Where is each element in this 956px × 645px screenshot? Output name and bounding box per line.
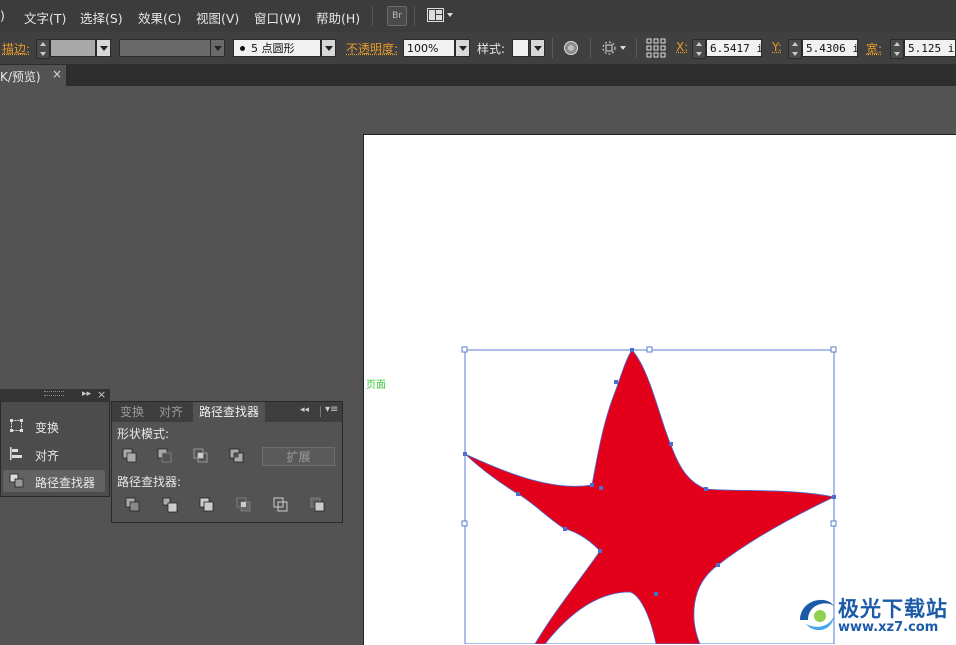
trim-icon[interactable] <box>162 497 178 513</box>
anchor-point <box>563 527 567 531</box>
collapse-panel-icon[interactable]: ◂◂ <box>300 405 309 415</box>
anchor-point <box>704 487 708 491</box>
panel-item-transform[interactable]: 变换 <box>3 415 105 437</box>
transform-icon <box>9 418 24 433</box>
panel-menu-icon[interactable]: ▾≡ <box>325 404 338 415</box>
divide-icon[interactable] <box>125 497 141 513</box>
handle-top-mid <box>647 347 652 352</box>
anchor-point <box>516 492 520 496</box>
anchor-point <box>669 442 673 446</box>
crop-icon[interactable] <box>236 497 252 513</box>
tab-pathfinder[interactable]: 路径查找器 <box>193 402 265 422</box>
panel-item-label: 变换 <box>35 419 59 436</box>
anchor-point <box>598 549 602 553</box>
tab-separator <box>320 406 321 417</box>
anchor-point <box>463 452 467 456</box>
tab-transform[interactable]: 变换 <box>114 402 150 422</box>
anchor-point <box>630 348 634 352</box>
minus-back-icon[interactable] <box>310 497 326 513</box>
shape-modes-label: 形状模式: <box>117 425 169 442</box>
close-panel-icon[interactable]: × <box>97 388 106 401</box>
handle-top-left <box>462 347 467 352</box>
handle-mid-left <box>462 521 467 526</box>
expand-panels-icon[interactable]: ▸▸ <box>82 389 91 399</box>
intersect-icon[interactable] <box>193 448 209 464</box>
anchor-point <box>614 380 618 384</box>
outline-icon[interactable] <box>273 497 289 513</box>
pathfinders-label: 路径查找器: <box>117 473 181 490</box>
watermark-logo-icon <box>796 590 838 638</box>
minus-front-icon[interactable] <box>157 448 173 464</box>
anchor-point <box>654 592 658 596</box>
panel-item-pathfinder[interactable]: 路径查找器 <box>3 470 105 492</box>
handle-mid-right <box>831 521 836 526</box>
tab-align[interactable]: 对齐 <box>153 402 189 422</box>
merge-icon[interactable] <box>199 497 215 513</box>
align-icon <box>9 446 24 461</box>
panel-item-label: 对齐 <box>35 447 59 464</box>
watermark-text: 极光下载站 <box>838 593 948 623</box>
star-artwork[interactable] <box>0 0 956 644</box>
exclude-icon[interactable] <box>229 448 245 464</box>
collapsed-panel-header[interactable]: ▸▸ × <box>0 389 110 402</box>
handle-top-right <box>831 347 836 352</box>
unite-icon[interactable] <box>122 448 138 464</box>
anchor-point <box>599 486 603 490</box>
anchor-point <box>716 563 720 567</box>
panel-item-align[interactable]: 对齐 <box>3 443 105 465</box>
pathfinder-panel-tabs: 变换 对齐 路径查找器 ◂◂ ▾≡ <box>112 402 342 422</box>
panel-item-label: 路径查找器 <box>35 474 95 491</box>
expand-button[interactable]: 扩展 <box>262 447 335 466</box>
pathfinder-icon <box>9 473 24 488</box>
watermark-url: www.xz7.com <box>838 620 938 635</box>
anchor-point <box>832 495 836 499</box>
anchor-point <box>590 483 594 487</box>
star-shape <box>465 350 834 644</box>
panel-grip-icon[interactable] <box>44 391 64 396</box>
